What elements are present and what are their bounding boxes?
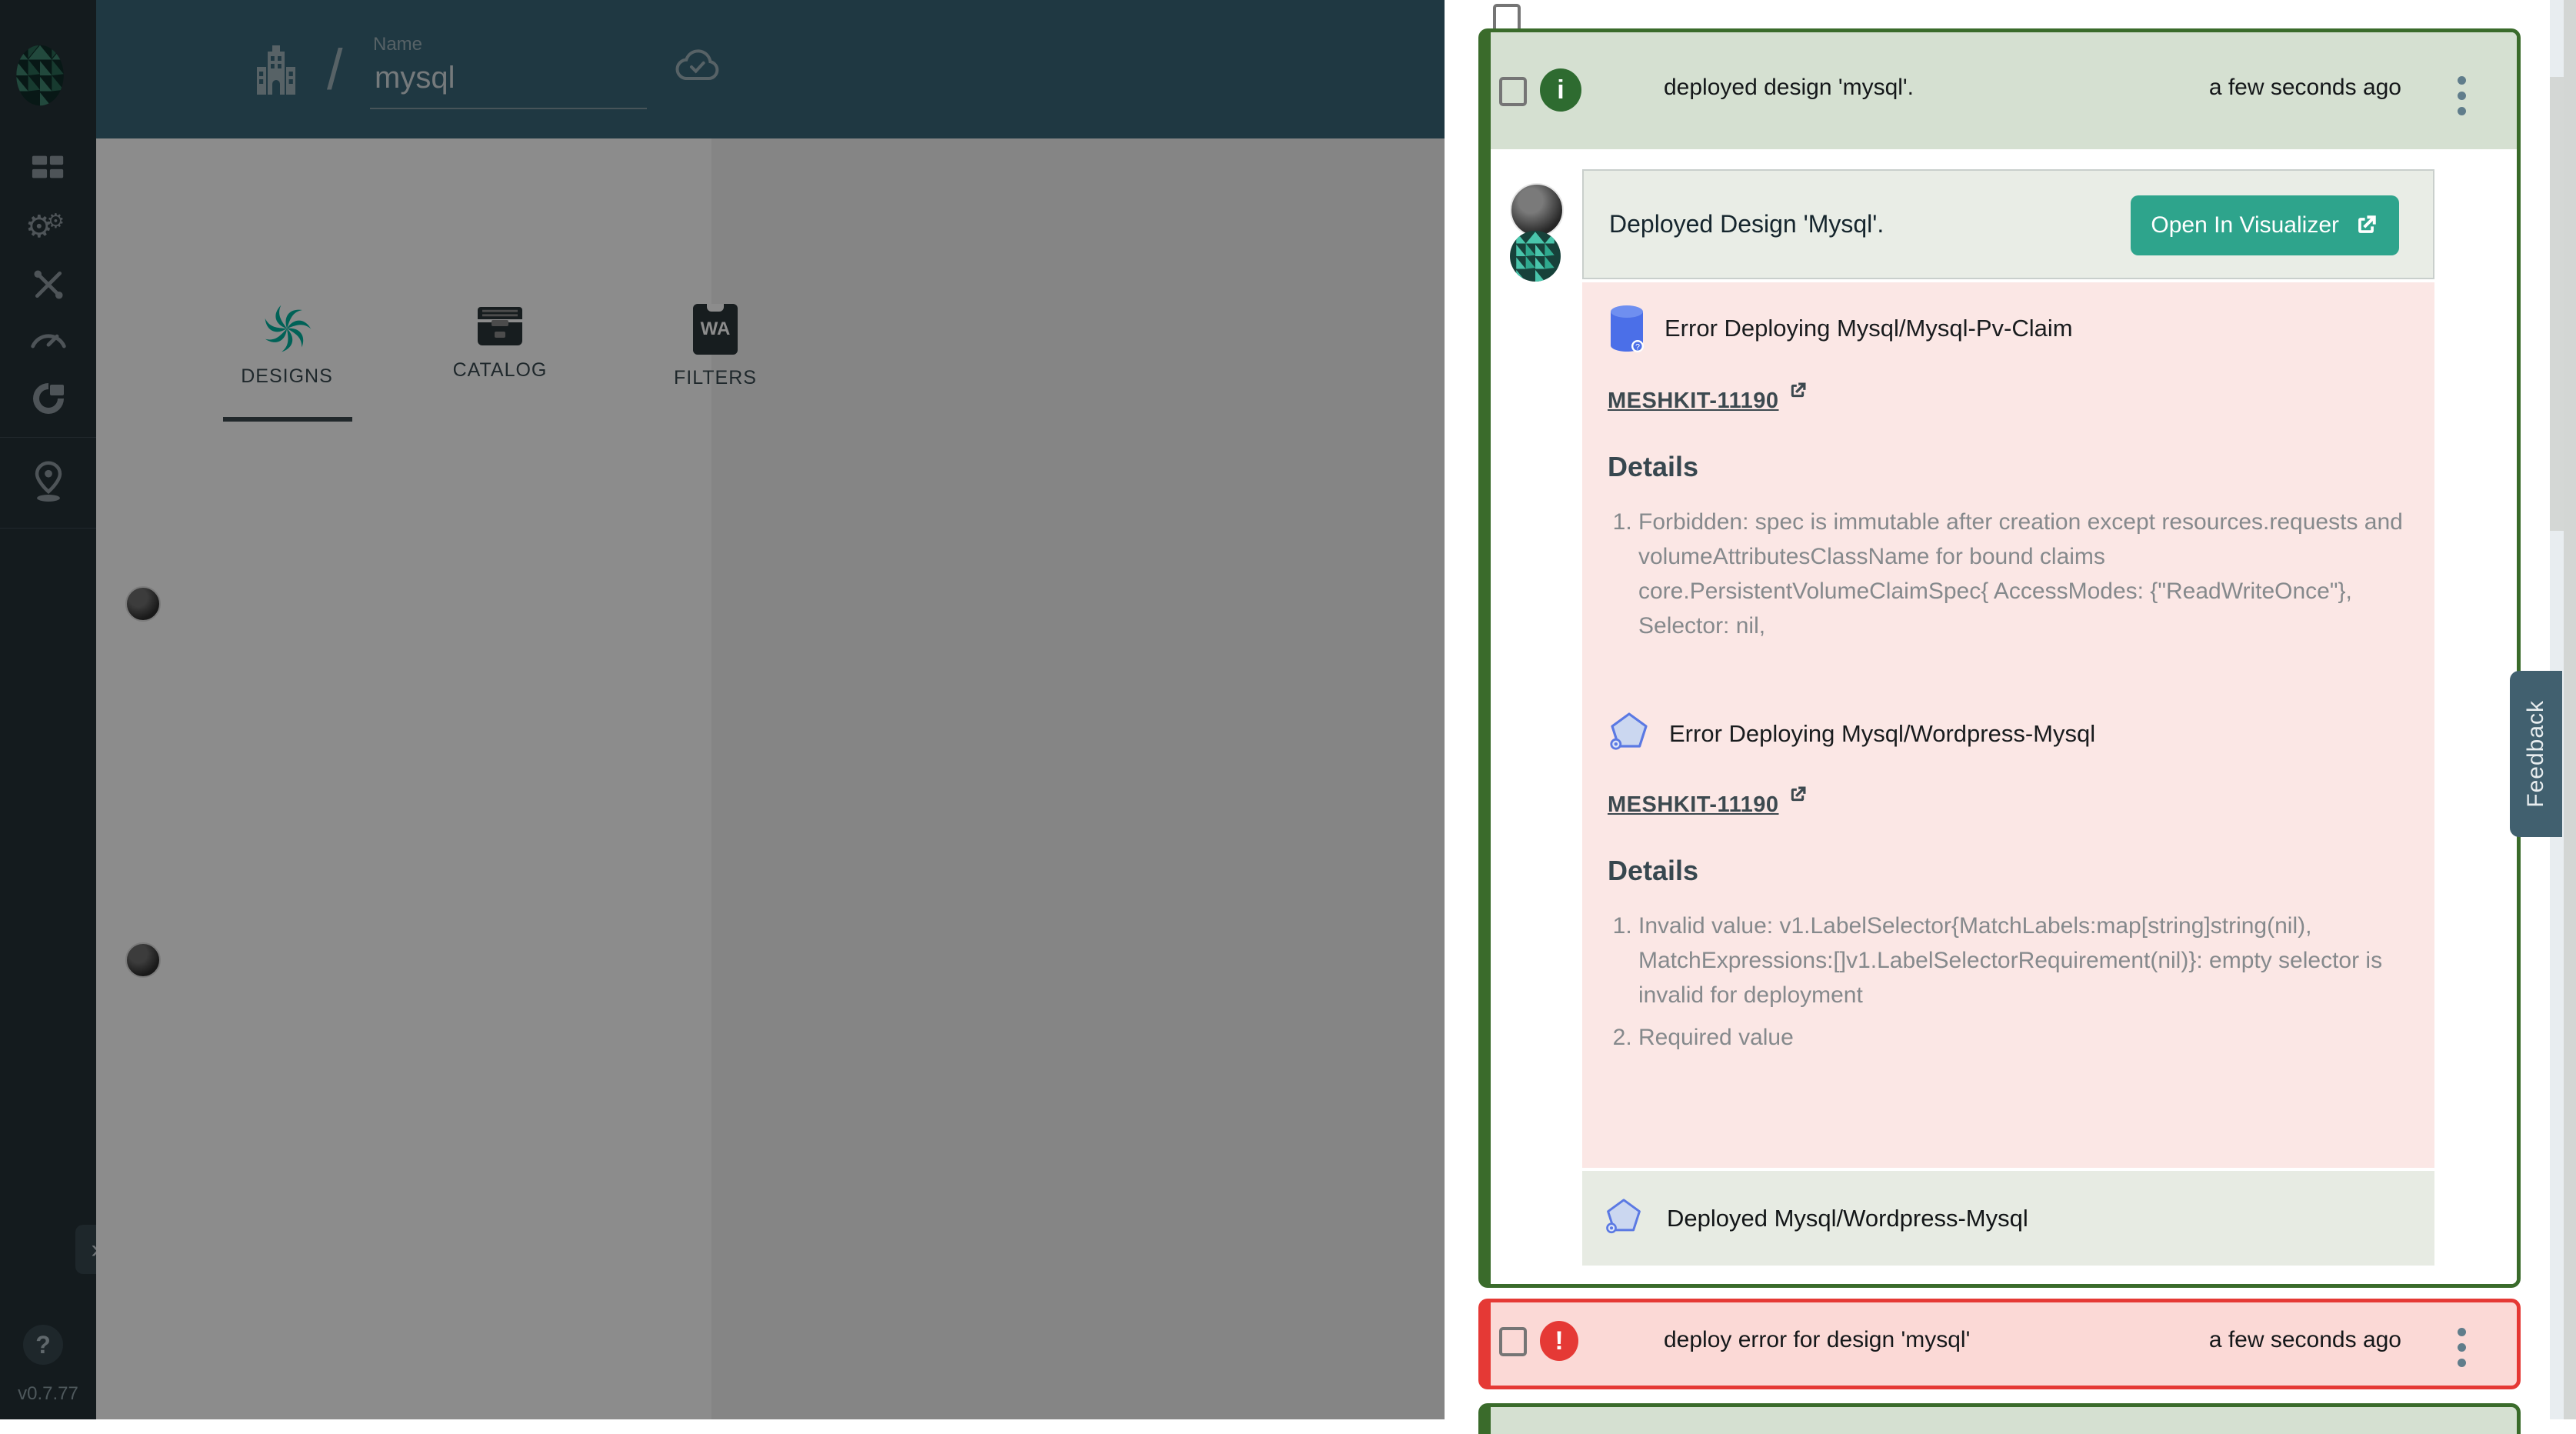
meshery-avatar[interactable]	[1510, 231, 1561, 282]
notification-card-deployed[interactable]: i deployed design 'mysql'. a few seconds…	[1478, 28, 2521, 1288]
deployment-pentagon-icon	[1608, 711, 1651, 757]
deploy-success-row: Deployed Mysql/Wordpress-Mysql	[1582, 1171, 2434, 1266]
feedback-label: Feedback	[2523, 700, 2549, 808]
info-icon: i	[1540, 68, 1581, 112]
error-detail-item: Required value	[1638, 1020, 2411, 1055]
error-detail-item: Invalid value: v1.LabelSelector{MatchLab…	[1638, 909, 2411, 1012]
deploy-success-text: Deployed Mysql/Wordpress-Mysql	[1667, 1205, 2028, 1232]
drawer-scrollbar-thumb[interactable]	[2550, 77, 2564, 531]
notification-body: Deployed Design 'Mysql'. Open In Visuali…	[1491, 149, 2517, 1288]
feedback-tab[interactable]: Feedback	[2510, 671, 2562, 837]
error-detail-list: Forbidden: spec is immutable after creat…	[1608, 505, 2411, 643]
notification-checkbox[interactable]	[1499, 1327, 1527, 1356]
error-detail-item: Forbidden: spec is immutable after creat…	[1638, 505, 2411, 643]
details-heading: Details	[1608, 855, 2411, 887]
notification-card-error[interactable]: ! deploy error for design 'mysql' a few …	[1478, 1299, 2521, 1389]
pvc-cylinder-icon: ?	[1608, 304, 1646, 353]
resource-icon: ?	[1608, 711, 1651, 757]
svg-text:?: ?	[1635, 343, 1640, 352]
user-avatar[interactable]	[1510, 183, 1564, 237]
page-scrollbar[interactable]	[2564, 0, 2576, 1419]
error-detail-list: Invalid value: v1.LabelSelector{MatchLab…	[1608, 909, 2411, 1055]
meshkit-error-link[interactable]: MESHKIT-11190	[1608, 389, 1779, 414]
kebab-menu-icon[interactable]	[2446, 66, 2477, 125]
error-title: Error Deploying Mysql/Wordpress-Mysql	[1669, 720, 2095, 748]
notification-center-drawer: i deployed design 'mysql'. a few seconds…	[1445, 0, 2576, 1419]
deployment-error-block: ? Error Deploying Mysql/Wordpress-Mysql …	[1608, 711, 2411, 1055]
deployment-error-block: ? Error Deploying Mysql/Mysql-Pv-Claim M…	[1608, 304, 2411, 643]
notification-time: a few seconds ago	[2209, 1327, 2401, 1353]
details-heading: Details	[1608, 451, 2411, 483]
notification-checkbox[interactable]	[1499, 77, 1527, 106]
notification-title: deployed design 'mysql'.	[1664, 75, 1914, 101]
error-icon: !	[1540, 1321, 1578, 1361]
external-link-icon	[2353, 212, 2379, 238]
notification-time: a few seconds ago	[2209, 75, 2401, 101]
open-in-visualizer-button[interactable]: Open In Visualizer	[2131, 195, 2399, 255]
kebab-menu-icon[interactable]	[2446, 1318, 2477, 1376]
deploy-summary-panel: Deployed Design 'Mysql'. Open In Visuali…	[1582, 169, 2434, 279]
error-details-section: ? Error Deploying Mysql/Mysql-Pv-Claim M…	[1582, 282, 2434, 1168]
error-title: Error Deploying Mysql/Mysql-Pv-Claim	[1665, 315, 2073, 342]
notification-card-partial[interactable]	[1478, 1403, 2521, 1434]
notification-title: deploy error for design 'mysql'	[1664, 1327, 1970, 1353]
external-link-icon	[1787, 784, 1808, 805]
deploy-summary-text: Deployed Design 'Mysql'.	[1609, 210, 1884, 238]
resource-icon: ?	[1608, 304, 1646, 353]
deployment-pentagon-icon	[1604, 1197, 1644, 1240]
external-link-icon	[1787, 380, 1808, 402]
modal-dim-overlay[interactable]	[0, 0, 1445, 1419]
notification-header[interactable]: i deployed design 'mysql'. a few seconds…	[1491, 32, 2517, 149]
meshkit-error-link[interactable]: MESHKIT-11190	[1608, 792, 1779, 818]
